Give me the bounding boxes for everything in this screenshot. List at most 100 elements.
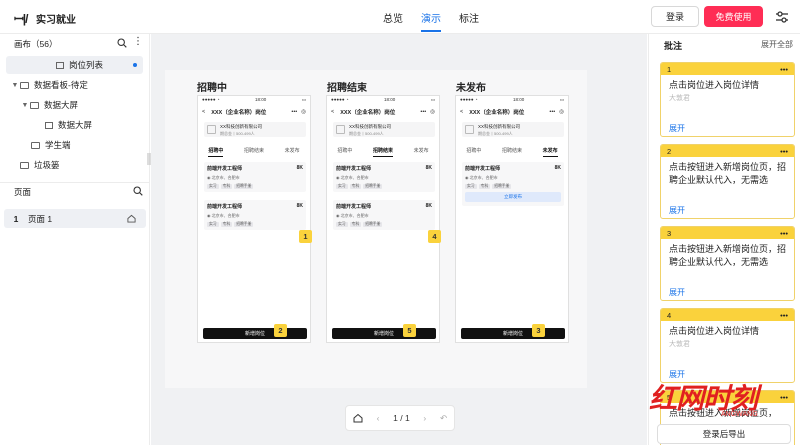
back-icon[interactable]: < <box>202 109 205 115</box>
search-icon[interactable] <box>133 186 143 196</box>
folder-icon <box>31 141 40 149</box>
annotation-marker[interactable]: 4 <box>428 230 441 243</box>
resize-handle-icon[interactable] <box>146 152 152 166</box>
search-icon[interactable] <box>117 38 127 48</box>
expand-link[interactable]: 展开 <box>669 287 685 298</box>
more-icon[interactable]: ••• <box>780 311 788 320</box>
company-card: XX科技创新有限公司 期总金丨500-499人 <box>333 122 435 137</box>
tab-ended[interactable]: 招聘结束 <box>244 147 264 157</box>
job-card[interactable]: 前端开发工程师 8K ◉ 北京市、合肥市 实习 专科 招聘手册 立即发布 <box>462 162 564 206</box>
target-icon[interactable]: ◎ <box>301 109 306 115</box>
expand-link[interactable]: 展开 <box>669 205 685 216</box>
page-item-1[interactable]: 1 页面 1 <box>4 209 146 228</box>
sliders-icon[interactable] <box>774 9 790 25</box>
home-icon[interactable] <box>353 413 363 423</box>
tab-recruiting[interactable]: 招聘中 <box>337 147 352 157</box>
export-button[interactable]: 登录后导出 <box>657 424 791 444</box>
tree-item-trash[interactable]: 垃圾篓 <box>20 156 60 174</box>
annotation-card[interactable]: 3 ••• 点击按钮进入新增岗位页，招聘企业默认代入，无需选 展开 <box>660 226 795 301</box>
tab-ended[interactable]: 招聘结束 <box>372 147 393 157</box>
job-card[interactable]: 前端开发工程师 8K ◉ 北京市、合肥市 实习 专科 招聘手册 <box>204 200 306 230</box>
tab-recruiting[interactable]: 招聘中 <box>466 147 481 157</box>
status-bar: ●●●●● ◔ 18:00 ▭ <box>460 97 564 102</box>
login-button[interactable]: 登录 <box>651 6 699 27</box>
target-icon[interactable]: ◎ <box>430 109 435 115</box>
job-card[interactable]: 前端开发工程师 8K ◉ 北京市、合肥市 实习 专科 招聘手册 <box>204 162 306 192</box>
pin-icon: ◉ <box>465 175 469 180</box>
back-icon[interactable]: < <box>460 109 463 115</box>
pages-label: 页面 <box>14 187 32 197</box>
tree-item-data-board[interactable]: ▼ 数据看板-待定 <box>10 76 88 94</box>
job-card[interactable]: 前端开发工程师 8K ◉ 北京市、合肥市 实习 专科 招聘手册 <box>333 200 435 230</box>
top-bar: ꟷ|/ 实习就业 总览 演示 标注 登录 免费使用 <box>0 0 800 34</box>
more-icon[interactable]: ••• <box>780 229 788 238</box>
tab-unpublished[interactable]: 未发布 <box>285 147 300 157</box>
group-title-ended: 招聘结束 <box>327 83 367 94</box>
home-icon[interactable] <box>127 214 136 223</box>
frame-icon <box>45 121 53 129</box>
page-name: 页面 1 <box>28 213 53 224</box>
location-text: ◉ 北京市、合肥市 <box>336 213 369 218</box>
location-text: ◉ 北京市、合肥市 <box>465 175 498 180</box>
back-icon[interactable]: < <box>331 109 334 115</box>
undo-icon[interactable]: ↶ <box>440 413 447 424</box>
phone-nav-title: XXX（企业名称）岗位 <box>211 110 267 116</box>
pin-icon: ◉ <box>336 175 340 180</box>
canvas-toolbar: ‹ 1 / 1 › ↶ <box>345 405 455 431</box>
folder-icon <box>20 81 29 89</box>
pin-icon: ◉ <box>336 213 340 218</box>
tree-item-job-list[interactable]: 岗位列表 <box>6 56 143 74</box>
publish-now-button[interactable]: 立即发布 <box>465 192 561 202</box>
chevron-down-icon[interactable]: ▼ <box>20 102 30 109</box>
target-icon[interactable]: ◎ <box>559 109 564 115</box>
tab-ended[interactable]: 招聘结束 <box>502 147 522 157</box>
tree-item-data-screen[interactable]: 数据大屏 <box>45 116 92 134</box>
next-page-icon[interactable]: › <box>423 413 426 423</box>
tree-item-student[interactable]: 学生端 <box>31 136 71 154</box>
add-job-button[interactable]: 新增岗位 <box>332 328 436 339</box>
more-icon[interactable]: ••• <box>780 65 788 74</box>
phone-nav-title: XXX（企业名称）岗位 <box>469 110 525 116</box>
location-text: ◉ 北京市、合肥市 <box>207 213 240 218</box>
expand-all-link[interactable]: 展开全部 <box>761 39 793 50</box>
add-job-button[interactable]: 新增岗位 <box>461 328 565 339</box>
more-icon[interactable]: ••• <box>780 147 788 156</box>
free-use-button[interactable]: 免费使用 <box>704 6 763 27</box>
more-icon[interactable]: ••• <box>420 109 426 115</box>
pin-icon: ◉ <box>207 175 211 180</box>
annotation-card[interactable]: 4 ••• 点击岗位进入岗位详情 大敦君 展开 <box>660 308 795 383</box>
status-bar: ●●●●● ◔ 18:00 ▭ <box>331 97 435 102</box>
app-logo[interactable]: ꟷ|/ <box>14 10 29 27</box>
tab-unpublished[interactable]: 未发布 <box>414 147 429 157</box>
nav-annotate[interactable]: 标注 <box>459 10 479 32</box>
tree-item-data-screen-folder[interactable]: ▼ 数据大屏 <box>20 96 78 114</box>
more-icon[interactable]: ••• <box>549 109 555 115</box>
tab-unpublished[interactable]: 未发布 <box>542 147 558 157</box>
phone-frame-recruiting[interactable]: ●●●●● ◔ 18:00 ▭ < XXX（企业名称）岗位 ••• ◎ XX科技创新有… <box>197 95 311 343</box>
prev-page-icon[interactable]: ‹ <box>377 413 380 423</box>
annotation-marker[interactable]: 5 <box>403 324 416 337</box>
annotation-marker[interactable]: 2 <box>274 324 287 337</box>
divider <box>0 182 150 183</box>
unsaved-dot <box>133 63 137 67</box>
job-card[interactable]: 前端开发工程师 8K ◉ 北京市、合肥市 实习 专科 招聘手册 <box>333 162 435 192</box>
tab-recruiting[interactable]: 招聘中 <box>208 147 224 157</box>
chevron-down-icon[interactable]: ▼ <box>10 82 20 89</box>
more-options-icon[interactable]: ⋮ <box>133 37 143 47</box>
phone-frame-ended[interactable]: ●●●●● ◔ 18:00 ▭ < XXX（企业名称）岗位 ••• ◎ XX科技创新有… <box>326 95 440 343</box>
annotation-card[interactable]: 2 ••• 点击按钮进入新增岗位页，招聘企业默认代入，无需选 展开 <box>660 144 795 219</box>
company-card: XX科技创新有限公司 期总金丨500-499人 <box>462 122 564 137</box>
add-job-button[interactable]: 新增岗位 <box>203 328 307 339</box>
annotation-marker[interactable]: 1 <box>299 230 312 243</box>
nav-overview[interactable]: 总览 <box>383 10 403 32</box>
more-icon[interactable]: ••• <box>291 109 297 115</box>
annotation-card[interactable]: 1 ••• 点击岗位进入岗位详情 大敦君 展开 <box>660 62 795 137</box>
annotation-marker[interactable]: 3 <box>532 324 545 337</box>
phone-tabs: 招聘中 招聘结束 未发布 <box>198 147 310 157</box>
expand-link[interactable]: 展开 <box>669 123 685 134</box>
nav-demo[interactable]: 演示 <box>421 10 441 32</box>
page-indicator: 1 / 1 <box>393 413 410 423</box>
company-logo-icon <box>465 125 474 134</box>
phone-frame-unpublished[interactable]: ●●●●● ◔ 18:00 ▭ < XXX（企业名称）岗位 ••• ◎ XX科技创新有… <box>455 95 569 343</box>
phone-nav-bar: < XXX（企业名称）岗位 ••• ◎ <box>198 106 310 118</box>
